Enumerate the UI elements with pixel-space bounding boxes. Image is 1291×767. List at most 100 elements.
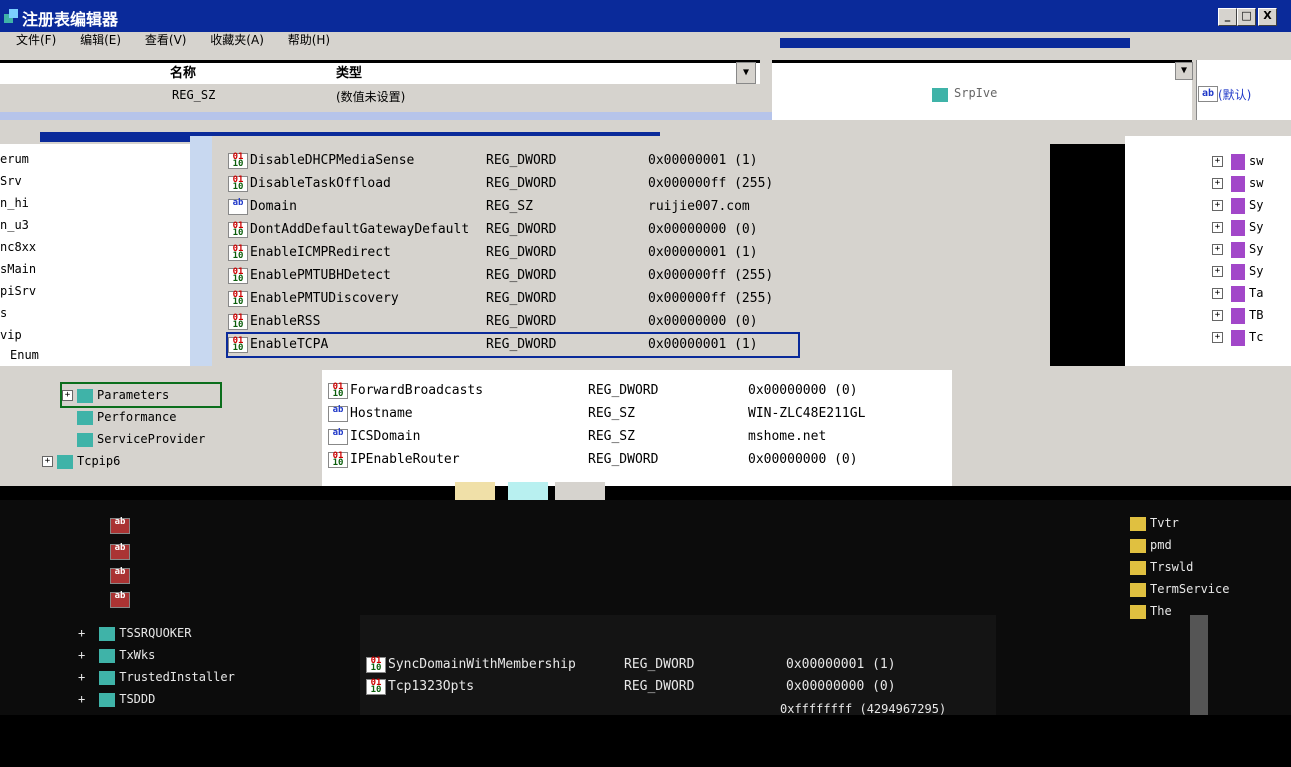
menu-file[interactable]: 文件(F) [16, 32, 56, 48]
value-row[interactable]: 01 10 IPEnableRouter REG_DWORD 0x00000000 (0… [328, 449, 898, 471]
tree-item[interactable]: TermService [1130, 578, 1229, 600]
expand-icon[interactable]: + [1212, 288, 1223, 299]
value-type: REG_DWORD [486, 245, 557, 260]
value-row[interactable]: 01 10 EnablePMTUBHDetect REG_DWORD 0x000000f… [228, 265, 798, 287]
value-row[interactable]: 01 10 EnablePMTUDiscovery REG_DWORD 0x000000… [228, 288, 798, 310]
value-row[interactable]: 01 10 DisableDHCPMediaSense REG_DWORD 0x0000… [228, 150, 798, 172]
expand-icon[interactable]: + [78, 626, 85, 640]
right-tree-item[interactable]: + sw [1212, 172, 1263, 194]
tree-item[interactable]: Tvtr [1130, 512, 1179, 534]
tree-item[interactable]: piSrv [0, 280, 36, 302]
column-name-header[interactable]: 名称 [170, 62, 196, 81]
scroll-down-arrow[interactable]: ▼ [736, 62, 756, 84]
value-row[interactable]: 01 10 EnableICMPRedirect REG_DWORD 0x0000000… [228, 242, 798, 264]
string-value-icon: ab [228, 198, 248, 215]
tree-label: Sy [1249, 264, 1264, 278]
window-title: 注册表编辑器 [22, 10, 119, 29]
expand-icon[interactable]: + [62, 390, 73, 401]
folder-icon [1231, 175, 1245, 192]
expand-icon[interactable]: + [78, 670, 85, 684]
tree-item[interactable]: + TSSRQUOKER [78, 622, 191, 644]
menu-favorites[interactable]: 收藏夹(A) [210, 32, 264, 48]
tree-item[interactable]: n_u3 [0, 214, 29, 236]
tree-item[interactable]: s [0, 302, 7, 324]
value-row[interactable]: 01 10 SyncDomainWithMembership REG_DWORD 0x0… [366, 654, 936, 676]
expand-icon[interactable]: + [1212, 156, 1223, 167]
value-row[interactable]: 01 10 EnableTCPA REG_DWORD 0x00000001 (1) [226, 332, 800, 358]
close-button[interactable]: X [1258, 8, 1277, 26]
tree-label: ServiceProvider [97, 432, 206, 446]
right-tree-item[interactable]: + sw [1212, 150, 1263, 172]
value-name: DontAddDefaultGatewayDefault [250, 222, 470, 237]
lower-scrollbar[interactable] [1190, 615, 1208, 715]
tree-scrollbar[interactable] [190, 136, 212, 366]
value-data: 0x00000001 (1) [648, 153, 758, 168]
menu-edit[interactable]: 编辑(E) [80, 32, 121, 48]
minimize-button[interactable]: _ [1218, 8, 1237, 26]
tree-item-tcpip6[interactable]: + Tcpip6 [42, 450, 120, 472]
tree-item[interactable]: Trswld [1130, 556, 1193, 578]
tree-item[interactable]: vip [0, 324, 22, 346]
right-tree-item[interactable]: + Ta [1212, 282, 1263, 304]
expand-icon[interactable]: + [1212, 266, 1223, 277]
right-tree-item[interactable]: + Sy [1212, 194, 1263, 216]
value-name: SyncDomainWithMembership [388, 657, 576, 672]
tree-item[interactable]: Enum [10, 344, 39, 366]
tree-item-serviceprovider[interactable]: ServiceProvider [62, 428, 205, 450]
tree-item[interactable]: + TxWks [78, 644, 155, 666]
tree-label: Tcpip6 [77, 454, 121, 468]
right-tree-item[interactable]: + TB [1212, 304, 1263, 326]
expand-icon[interactable]: + [1212, 310, 1223, 321]
value-row[interactable]: ab Domain REG_SZ ruijie007.com [228, 196, 798, 218]
tree-item[interactable]: n_hi [0, 192, 29, 214]
tree-label: TSDDD [119, 692, 156, 706]
expand-icon[interactable]: + [1212, 200, 1223, 211]
right-tree-item[interactable]: + Sy [1212, 216, 1263, 238]
value-row[interactable]: ab ICSDomain REG_SZ mshome.net [328, 426, 898, 448]
value-row[interactable]: 01 10 EnableRSS REG_DWORD 0x00000000 (0) [228, 311, 798, 333]
expand-icon[interactable]: + [78, 692, 85, 706]
value-row[interactable]: ab Hostname REG_SZ WIN-ZLC48E211GL [328, 403, 898, 425]
right-tree-item[interactable]: + Sy [1212, 238, 1263, 260]
menu-view[interactable]: 查看(V) [145, 32, 187, 48]
folder-icon [99, 692, 116, 707]
value-row[interactable]: 01 10 DontAddDefaultGatewayDefault REG_DWOR… [228, 219, 798, 241]
folder-icon [932, 88, 948, 102]
right-scroll-arrow[interactable]: ▼ [1175, 62, 1193, 80]
maximize-button[interactable]: □ [1237, 8, 1256, 26]
tree-item[interactable]: Srv [0, 170, 22, 192]
glitch-strip [0, 112, 900, 120]
binary-value-icon: 01 10 [228, 336, 248, 353]
expand-icon[interactable]: + [1212, 244, 1223, 255]
expand-icon[interactable]: + [1212, 332, 1223, 343]
menu-help[interactable]: 帮助(H) [288, 32, 330, 48]
tree-item[interactable]: sMain [0, 258, 36, 280]
tree-item[interactable]: nc8xx [0, 236, 36, 258]
tree-label: Ta [1249, 286, 1264, 300]
tree-item[interactable]: erum [0, 148, 29, 170]
value-name: DisableTaskOffload [250, 176, 391, 191]
tree-item-performance[interactable]: Performance [62, 406, 176, 428]
tree-item-parameters[interactable]: + Parameters [60, 382, 222, 408]
value-row[interactable]: 01 10 DisableTaskOffload REG_DWORD 0x000000f… [228, 173, 798, 195]
tree-item[interactable]: pmd [1130, 534, 1172, 556]
tree-item[interactable]: + TSDDD [78, 688, 155, 710]
title-bar: 注册表编辑器 _ □ X [0, 0, 1291, 32]
column-type-header[interactable]: 类型 [336, 62, 362, 81]
value-row[interactable]: 01 10 ForwardBroadcasts REG_DWORD 0x00000000… [328, 380, 898, 402]
right-tree-item[interactable]: + Tc [1212, 326, 1263, 348]
value-data: 0x00000001 (1) [648, 245, 758, 260]
tree-item[interactable]: + TrustedInstaller [78, 666, 235, 688]
right-tree-item[interactable]: + Sy [1212, 260, 1263, 282]
expand-icon[interactable]: + [78, 648, 85, 662]
value-data: mshome.net [748, 429, 827, 444]
folder-icon [1231, 263, 1245, 280]
expand-icon[interactable]: + [42, 456, 53, 467]
expand-icon[interactable]: + [1212, 178, 1223, 189]
expand-icon[interactable]: + [1212, 222, 1223, 233]
right-tree-item[interactable]: SrpIve [954, 86, 997, 100]
folder-icon [99, 648, 116, 663]
value-row[interactable]: 01 10 Tcp1323Opts REG_DWORD 0x00000000 (0) [366, 676, 936, 698]
tree-label: Sy [1249, 242, 1264, 256]
tree-item[interactable]: The [1130, 600, 1172, 622]
